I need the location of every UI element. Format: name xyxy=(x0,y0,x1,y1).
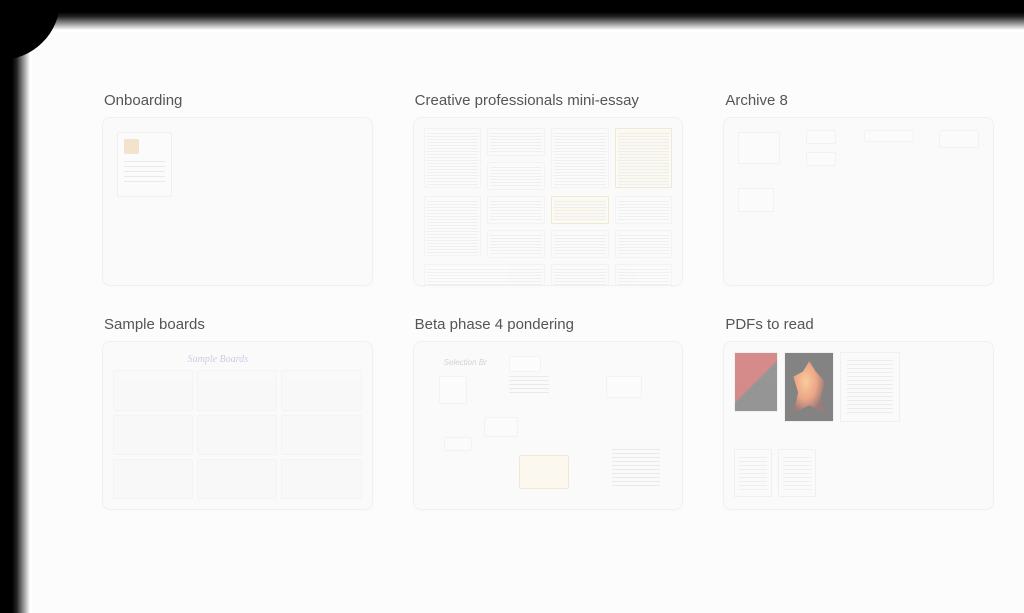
board-item-samples: Sample boards Sample Boards xyxy=(102,316,373,510)
board-thumbnail-pdfs[interactable] xyxy=(723,341,994,510)
board-item-pdfs: PDFs to read xyxy=(723,316,994,510)
board-thumbnail-essay[interactable] xyxy=(413,117,684,286)
handwriting-label: Selection Br xyxy=(444,358,487,367)
thumbnail-preview: Selection Br xyxy=(424,352,673,499)
board-thumbnail-samples[interactable]: Sample Boards xyxy=(102,341,373,510)
thumbnail-preview xyxy=(113,128,362,275)
board-item-archive: Archive 8 xyxy=(723,92,994,286)
board-title: Creative professionals mini-essay xyxy=(413,92,684,109)
board-title: PDFs to read xyxy=(723,316,994,333)
board-item-beta: Beta phase 4 pondering Selection Br xyxy=(413,316,684,510)
board-thumbnail-beta[interactable]: Selection Br xyxy=(413,341,684,510)
thumbnail-preview: Sample Boards xyxy=(113,352,362,499)
board-title: Beta phase 4 pondering xyxy=(413,316,684,333)
board-item-onboarding: Onboarding xyxy=(102,92,373,286)
board-title: Onboarding xyxy=(102,92,373,109)
board-thumbnail-onboarding[interactable] xyxy=(102,117,373,286)
thumbnail-preview xyxy=(734,128,983,275)
thumbnail-preview xyxy=(734,352,983,499)
board-item-essay: Creative professionals mini-essay xyxy=(413,92,684,286)
board-gallery: Onboarding Creative professionals mini-e… xyxy=(32,32,1024,540)
board-title: Archive 8 xyxy=(723,92,994,109)
thumbnail-preview xyxy=(424,128,673,275)
app-screen: Onboarding Creative professionals mini-e… xyxy=(32,32,1024,613)
board-title: Sample boards xyxy=(102,316,373,333)
handwriting-label: Sample Boards xyxy=(188,354,248,365)
board-thumbnail-archive[interactable] xyxy=(723,117,994,286)
